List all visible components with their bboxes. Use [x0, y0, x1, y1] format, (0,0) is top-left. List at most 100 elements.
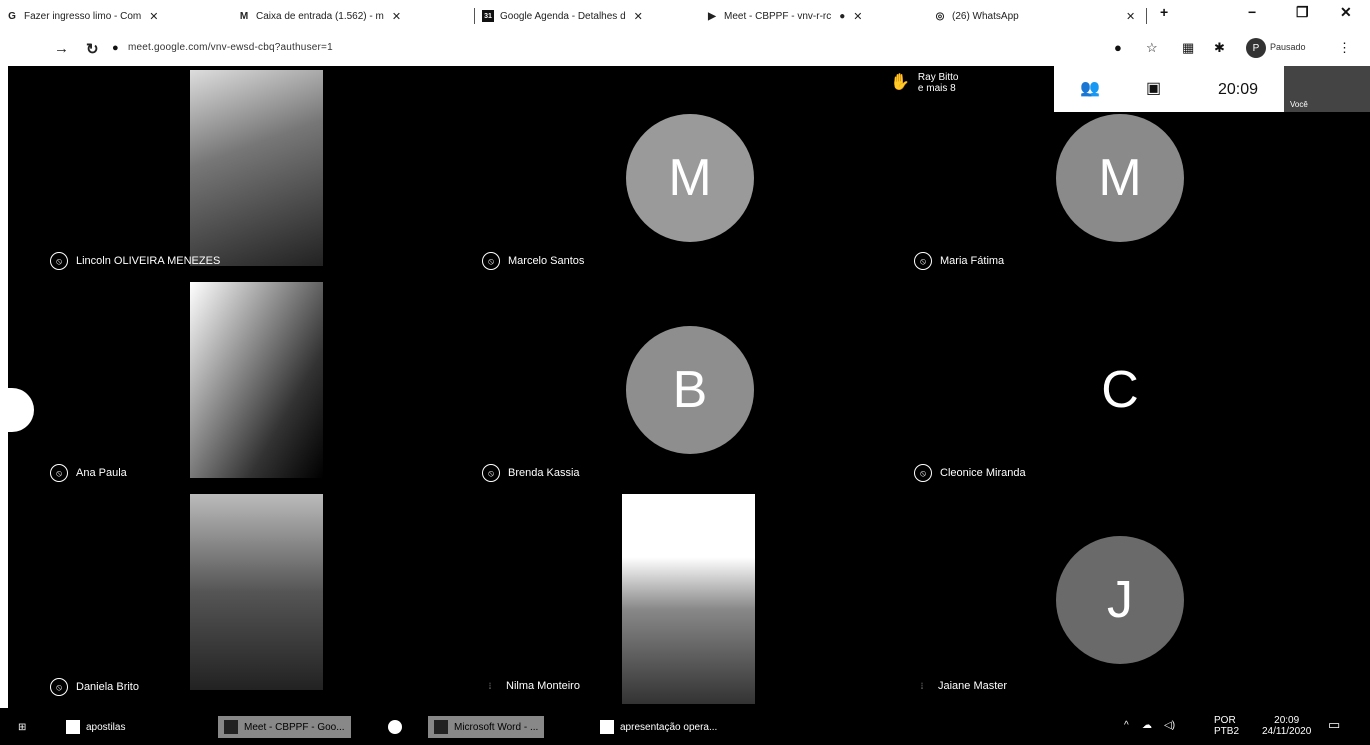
tab-gmail[interactable]: M Caixa de entrada (1.562) - m ✕	[238, 6, 468, 26]
audio-level-icon: ⦙	[920, 680, 924, 691]
participant-name: Daniela Brito	[76, 681, 139, 693]
participant-name: Cleonice Miranda	[940, 467, 1026, 479]
hand-raise-name: Ray Bitto	[917, 72, 959, 83]
whatsapp-icon: ◎	[935, 10, 945, 22]
participant-avatar: M	[1056, 114, 1184, 242]
tab-google-signin[interactable]: G Fazer ingresso limo - Com ✕	[6, 6, 224, 26]
chrome-icon	[224, 720, 238, 734]
participant-name: Lincoln OLIVEIRA MENEZES	[76, 255, 221, 267]
participant-name-tag: ⦸ Ana Paula	[50, 464, 127, 482]
meeting-clock: 20:09	[1218, 81, 1259, 98]
participants-icon[interactable]: 👥	[1080, 78, 1100, 98]
tab-title: (26) WhatsApp	[952, 10, 1019, 22]
side-panel-handle[interactable]	[8, 388, 34, 432]
tray-date: 24/11/2020	[1262, 726, 1312, 737]
taskbar-label: apresentação opera...	[620, 721, 718, 733]
participant-avatar: B	[626, 326, 754, 454]
camera-icon[interactable]: ●	[1114, 40, 1122, 55]
profile-status: Pausado	[1270, 42, 1306, 52]
participant-name-tag: ⦸ Lincoln OLIVEIRA MENEZES	[50, 252, 220, 270]
close-window-button[interactable]: ✕	[1340, 4, 1352, 21]
lock-icon[interactable]: ●	[112, 42, 119, 54]
tab-google-calendar[interactable]: 31 Google Agenda - Detalhes d ✕	[482, 6, 698, 26]
participant-video	[622, 494, 755, 704]
meet-grid: ⦸ Lincoln OLIVEIRA MENEZES M ⦸ Marcelo S…	[8, 66, 1370, 708]
gmail-icon: M	[239, 10, 249, 22]
lang-layout: PTB2	[1214, 726, 1240, 737]
close-icon[interactable]: ✕	[392, 10, 401, 23]
folder-icon	[66, 720, 80, 734]
puzzle-icon[interactable]: ✱	[1214, 40, 1225, 56]
profile-avatar[interactable]: P	[1246, 38, 1266, 58]
menu-kebab-icon[interactable]: ⋮	[1338, 40, 1351, 56]
tab-meet[interactable]: ▶ Meet - CBPPF - vnv-r-rc ● ✕	[706, 6, 916, 26]
notification-icon[interactable]: ▭	[1328, 717, 1340, 733]
taskbar-clock[interactable]: 20:09 24/11/2020	[1262, 715, 1311, 737]
participant-name: Nilma Monteiro	[506, 680, 580, 692]
close-icon[interactable]: ✕	[634, 10, 643, 23]
close-icon[interactable]: ✕	[853, 10, 862, 23]
word-icon	[434, 720, 448, 734]
muted-mic-icon: ⦸	[50, 252, 68, 270]
reload-icon[interactable]: ↻	[86, 40, 99, 58]
muted-mic-icon: ⦸	[914, 252, 932, 270]
volume-icon[interactable]: ◁)	[1164, 720, 1175, 731]
taskbar-label: Microsoft Word - ...	[454, 721, 539, 733]
muted-mic-icon: ⦸	[50, 464, 68, 482]
taskbar-item-explorer[interactable]: apostilas	[66, 716, 125, 738]
taskbar-item-edge[interactable]	[388, 716, 408, 738]
raised-hand-notice[interactable]: ✋ Ray Bitto e mais 8	[890, 72, 959, 94]
close-tab-button[interactable]: ✕	[1126, 6, 1140, 26]
tray-chevron-icon[interactable]: ^	[1124, 720, 1129, 731]
bookmark-star-icon[interactable]: ☆	[1146, 40, 1158, 56]
participant-avatar: J	[1056, 536, 1184, 664]
close-icon: ✕	[1126, 10, 1136, 23]
hand-icon: ✋	[890, 74, 910, 91]
google-icon: G	[8, 10, 16, 22]
participant-name-tag: ⦙ Nilma Monteiro	[482, 678, 580, 694]
audio-level-icon: ⦙	[488, 680, 492, 691]
participant-name-tag: ⦸ Brenda Kassia	[482, 464, 580, 482]
participant-name: Marcelo Santos	[508, 255, 585, 267]
participant-name: Maria Fátima	[940, 255, 1005, 267]
chat-icon[interactable]: ▣	[1146, 78, 1161, 98]
restore-button[interactable]: ❐	[1296, 4, 1309, 21]
participant-name-tag: ⦙ Jaiane Master	[914, 678, 1007, 694]
tab-title: Meet - CBPPF - vnv-r-rc	[724, 10, 832, 22]
muted-mic-icon: ⦸	[914, 464, 932, 482]
language-indicator[interactable]: POR PTB2	[1214, 715, 1239, 737]
new-tab-button[interactable]: +	[1160, 4, 1168, 20]
tab-divider	[1146, 8, 1147, 24]
participant-name-tag: ⦸ Cleonice Miranda	[914, 464, 1026, 482]
self-view-label: Você	[1290, 100, 1308, 109]
tab-whatsapp[interactable]: ◎ (26) WhatsApp	[934, 6, 1104, 26]
url-field[interactable]: meet.google.com/vnv-ewsd-cbq?authuser=1	[128, 42, 333, 53]
participant-video	[190, 494, 323, 690]
tray-time: 20:09	[1274, 715, 1300, 726]
participant-video	[190, 70, 323, 266]
meet-icon: ▶	[708, 10, 716, 22]
start-button[interactable]: ⊞	[18, 716, 26, 738]
recording-dot-icon: ●	[839, 10, 846, 22]
close-icon[interactable]: ✕	[149, 10, 158, 23]
tab-divider	[474, 8, 475, 24]
tab-title: Google Agenda - Detalhes d	[500, 10, 626, 22]
browser-tab-bar: G Fazer ingresso limo - Com ✕ M Caixa de…	[0, 0, 1370, 32]
forward-icon[interactable]: →	[54, 40, 69, 57]
tab-title: Caixa de entrada (1.562) - m	[256, 10, 384, 22]
participant-name: Ana Paula	[76, 467, 127, 479]
taskbar-item-meet[interactable]: Meet - CBPPF - Goo...	[218, 716, 351, 738]
taskbar-item-word[interactable]: Microsoft Word - ...	[428, 716, 545, 738]
participant-video	[190, 282, 323, 478]
tab-title: Fazer ingresso limo - Com	[24, 10, 142, 22]
calendar-icon: 31	[482, 10, 494, 22]
address-bar: → ↻ ● meet.google.com/vnv-ewsd-cbq?authu…	[0, 32, 1370, 64]
participant-avatar: C	[1101, 361, 1139, 419]
extension-icon[interactable]: ▦	[1182, 40, 1194, 56]
minimize-button[interactable]: −	[1248, 4, 1256, 20]
muted-mic-icon: ⦸	[482, 464, 500, 482]
windows-taskbar: ⊞ apostilas Meet - CBPPF - Goo... Micros…	[0, 708, 1370, 745]
lang-code: POR	[1214, 715, 1236, 726]
taskbar-item-powerpoint[interactable]: apresentação opera...	[600, 716, 717, 738]
network-icon[interactable]: ☁	[1142, 720, 1152, 731]
